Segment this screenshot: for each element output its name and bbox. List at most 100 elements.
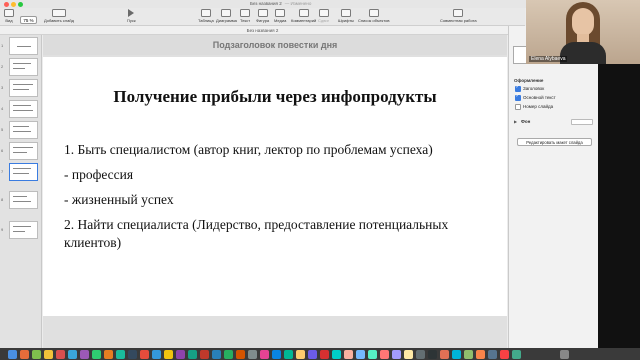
slide[interactable]: Получение прибыли через инфопродукты 1. … <box>43 57 507 316</box>
table-button[interactable]: Таблица <box>198 9 214 23</box>
object-list-label: Список объектов <box>358 18 390 23</box>
trash-icon[interactable] <box>560 349 569 359</box>
close-window-button[interactable] <box>4 2 9 7</box>
app-icon[interactable] <box>104 349 113 359</box>
disclosure-triangle-icon[interactable]: ▶ <box>514 119 517 124</box>
app-icon[interactable] <box>428 349 437 359</box>
app-icon[interactable] <box>512 349 521 359</box>
slide-thumb-8[interactable] <box>9 191 38 209</box>
slide-thumb-9[interactable] <box>9 221 38 239</box>
slide-thumb-4[interactable] <box>9 100 38 118</box>
app-icon[interactable] <box>320 349 329 359</box>
finder-icon[interactable] <box>8 349 17 359</box>
media-label: Медиа <box>274 18 287 23</box>
app-icon[interactable] <box>404 349 413 359</box>
app-icon[interactable] <box>140 349 149 359</box>
app-icon[interactable] <box>188 349 197 359</box>
object-list-button[interactable]: Список объектов <box>358 9 389 23</box>
app-icon[interactable] <box>116 349 125 359</box>
add-slide-button[interactable]: Добавить слайд <box>44 9 74 23</box>
title-checkbox[interactable] <box>515 84 521 92</box>
app-icon[interactable] <box>500 349 509 359</box>
edit-master-button[interactable]: Редактировать макет слайда <box>517 138 592 146</box>
app-icon[interactable] <box>440 349 449 359</box>
slide-thumb-1[interactable] <box>9 37 38 55</box>
zoom-window-button[interactable] <box>18 2 23 7</box>
collaborate-button[interactable]: Совместная работа <box>440 9 477 23</box>
app-icon[interactable] <box>464 349 473 359</box>
slide-thumb-3[interactable] <box>9 79 38 97</box>
app-icon[interactable] <box>56 349 65 359</box>
app-icon[interactable] <box>176 349 185 359</box>
view-button[interactable]: Вид <box>4 9 14 23</box>
fonts-icon <box>341 9 352 17</box>
slide-body-line: 1. Быть специалистом (автор книг, лектор… <box>64 142 433 157</box>
slide-header-text[interactable]: Подзаголовок повестки дня <box>43 40 507 50</box>
keynote-window: Без названия 2— Изменено Вид 75 % Масшта… <box>0 0 640 360</box>
shape-icon <box>257 9 268 17</box>
slide-thumb-7-selected[interactable] <box>9 163 38 181</box>
app-icon[interactable] <box>128 349 137 359</box>
app-icon[interactable] <box>488 349 497 359</box>
app-icon[interactable] <box>32 349 41 359</box>
thumb-line <box>13 84 33 86</box>
app-icon[interactable] <box>416 349 425 359</box>
app-icon[interactable] <box>296 349 305 359</box>
app-icon[interactable] <box>260 349 269 359</box>
slide-body-line: - профессия <box>64 167 134 182</box>
body-checkbox[interactable] <box>515 93 521 101</box>
slide-header: Подзаголовок повестки дня <box>43 35 507 55</box>
comment-button[interactable]: Комментарий <box>291 9 316 23</box>
slide-canvas: Подзаголовок повестки дня Получение приб… <box>43 35 507 348</box>
app-icon[interactable] <box>380 349 389 359</box>
video-panel-background <box>598 64 640 360</box>
app-icon[interactable] <box>332 349 341 359</box>
slide-title[interactable]: Получение прибыли через инфопродукты <box>43 87 507 107</box>
app-icon[interactable] <box>152 349 161 359</box>
slide-thumb-2[interactable] <box>9 58 38 76</box>
background-color-well[interactable] <box>571 119 593 125</box>
edited-status: — Изменено <box>284 1 312 6</box>
app-icon[interactable] <box>236 349 245 359</box>
app-icon[interactable] <box>308 349 317 359</box>
appearance-heading: Оформление <box>514 78 544 83</box>
app-icon[interactable] <box>248 349 257 359</box>
app-icon[interactable] <box>476 349 485 359</box>
slide-thumb-6[interactable] <box>9 142 38 160</box>
slide-body[interactable]: 1. Быть специалистом (автор книг, лектор… <box>64 141 494 259</box>
app-icon[interactable] <box>212 349 221 359</box>
zoom-select[interactable]: 75 % <box>20 16 37 24</box>
app-icon[interactable] <box>20 349 29 359</box>
fonts-label: Шрифты <box>338 18 355 23</box>
app-icon[interactable] <box>356 349 365 359</box>
add-slide-label: Добавить слайд <box>44 18 74 23</box>
app-icon[interactable] <box>164 349 173 359</box>
app-icon[interactable] <box>344 349 353 359</box>
app-icon[interactable] <box>368 349 377 359</box>
slide-thumb-5[interactable] <box>9 121 38 139</box>
app-icon[interactable] <box>224 349 233 359</box>
app-icon[interactable] <box>80 349 89 359</box>
shift-button[interactable]: Сдвиг <box>318 9 329 23</box>
app-icon[interactable] <box>272 349 281 359</box>
app-icon[interactable] <box>452 349 461 359</box>
shape-button[interactable]: Фигура <box>256 9 269 23</box>
media-button[interactable]: Медиа <box>274 9 286 23</box>
view-icon <box>4 9 14 17</box>
app-icon[interactable] <box>284 349 293 359</box>
shift-label: Сдвиг <box>318 18 330 23</box>
chart-button[interactable]: Диаграмма <box>216 9 237 23</box>
minimize-window-button[interactable] <box>11 2 16 7</box>
app-icon[interactable] <box>68 349 77 359</box>
app-icon[interactable] <box>44 349 53 359</box>
text-button[interactable]: Текст <box>240 9 250 23</box>
object-list-icon <box>368 9 379 17</box>
fonts-button[interactable]: Шрифты <box>338 9 354 23</box>
chart-icon <box>221 9 232 17</box>
app-icon[interactable] <box>92 349 101 359</box>
app-icon[interactable] <box>200 349 209 359</box>
app-icon[interactable] <box>392 349 401 359</box>
play-button[interactable]: Пуск <box>127 9 136 23</box>
document-title: Без названия 2 <box>250 1 282 6</box>
slide-number-checkbox[interactable] <box>515 104 521 110</box>
